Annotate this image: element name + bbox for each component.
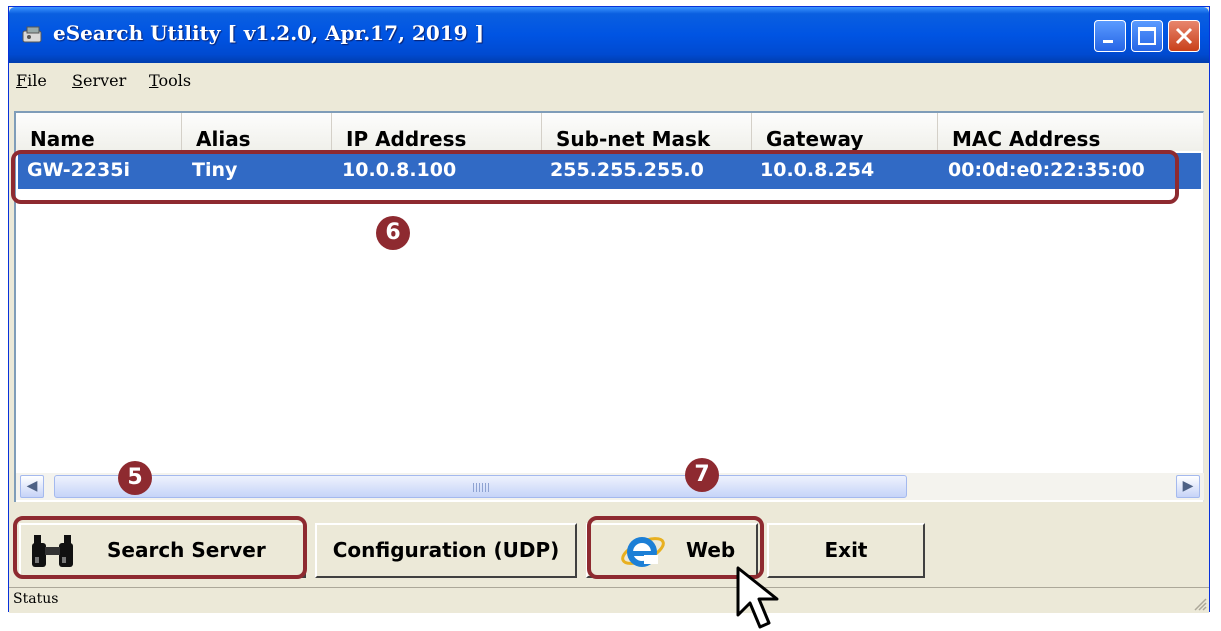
title-bar[interactable]: eSearch Utility [ v1.2.0, Apr.17, 2019 ] [9,7,1209,63]
column-header-gateway[interactable]: Gateway [752,113,938,151]
column-header-ip[interactable]: IP Address [332,113,542,151]
minimize-icon [1103,40,1113,43]
horizontal-scrollbar[interactable]: ◀ ▶ [16,473,1204,500]
scroll-right-button[interactable]: ▶ [1176,475,1200,498]
exit-label: Exit [824,538,868,562]
menu-file[interactable]: File [16,71,47,90]
status-bar: Status [9,587,1209,613]
menu-bar: File Server Tools [9,63,1209,99]
column-header-alias[interactable]: Alias [182,113,332,151]
scrollbar-grip [473,483,489,492]
column-header-mac[interactable]: MAC Address [938,113,1203,151]
mouse-pointer-icon [736,566,779,629]
column-headers: Name Alias IP Address Sub-net Mask Gatew… [16,113,1203,151]
callout-badge-7: 7 [685,458,719,492]
minimize-button[interactable] [1094,20,1126,52]
configuration-udp-button[interactable]: Configuration (UDP) [315,523,577,578]
close-icon [1175,27,1193,45]
column-header-subnet[interactable]: Sub-net Mask [542,113,752,151]
maximize-button[interactable] [1131,20,1163,52]
scroll-left-button[interactable]: ◀ [20,475,44,498]
app-icon [22,26,42,43]
maximize-icon [1138,27,1156,45]
resize-grip-icon[interactable] [1191,595,1207,611]
callout-badge-6: 6 [376,216,410,250]
chevron-left-icon: ◀ [26,478,38,494]
close-button[interactable] [1168,20,1200,52]
column-header-name[interactable]: Name [16,113,182,151]
window-title: eSearch Utility [ v1.2.0, Apr.17, 2019 ] [53,21,485,45]
menu-server[interactable]: Server [72,71,126,90]
row-highlight-box [11,150,1179,204]
scrollbar-thumb[interactable] [54,475,907,498]
configuration-label: Configuration (UDP) [332,538,560,562]
menu-tools[interactable]: Tools [149,71,191,90]
status-text: Status [13,591,59,607]
chevron-right-icon: ▶ [1182,478,1194,494]
callout-badge-5: 5 [118,461,152,495]
search-highlight-box [13,516,307,579]
